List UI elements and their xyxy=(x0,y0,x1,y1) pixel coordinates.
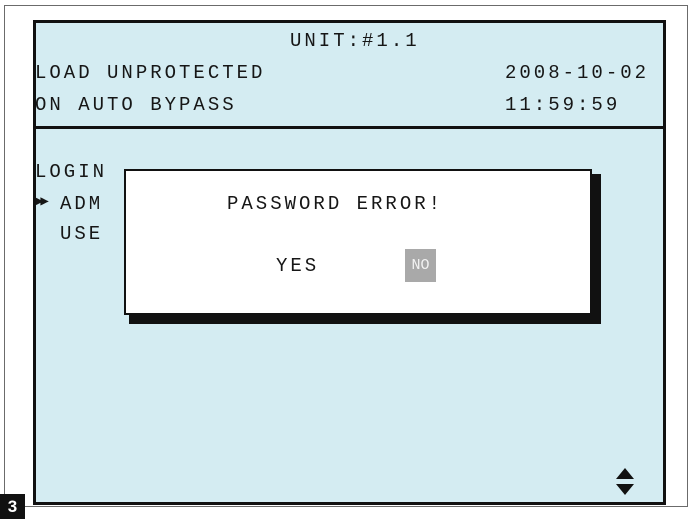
bypass-status-text: ON AUTO BYPASS xyxy=(35,94,237,116)
yes-button[interactable]: YES xyxy=(276,257,319,276)
menu-item-admin[interactable]: ADM xyxy=(60,195,103,214)
no-button[interactable]: NO xyxy=(405,249,436,282)
load-status-text: LOAD UNPROTECTED xyxy=(35,62,266,84)
date-text: 2008-10-02 xyxy=(505,62,650,84)
lcd-screen: UNIT:#1.1 LOAD UNPROTECTED 2008-10-02 ON… xyxy=(33,20,666,505)
dialog-message: PASSWORD ERROR! xyxy=(227,193,444,215)
up-down-arrows-icon[interactable] xyxy=(614,465,636,499)
unit-label: UNIT:#1.1 xyxy=(290,30,420,52)
figure-number-badge: 3 xyxy=(0,494,25,519)
header-divider xyxy=(36,126,663,129)
selection-marker-icon: ▶▶ xyxy=(35,194,49,210)
menu-title: LOGIN xyxy=(35,161,108,183)
time-text: 11:59:59 xyxy=(505,94,621,116)
password-error-dialog xyxy=(124,169,592,315)
menu-item-user[interactable]: USE xyxy=(60,225,103,244)
